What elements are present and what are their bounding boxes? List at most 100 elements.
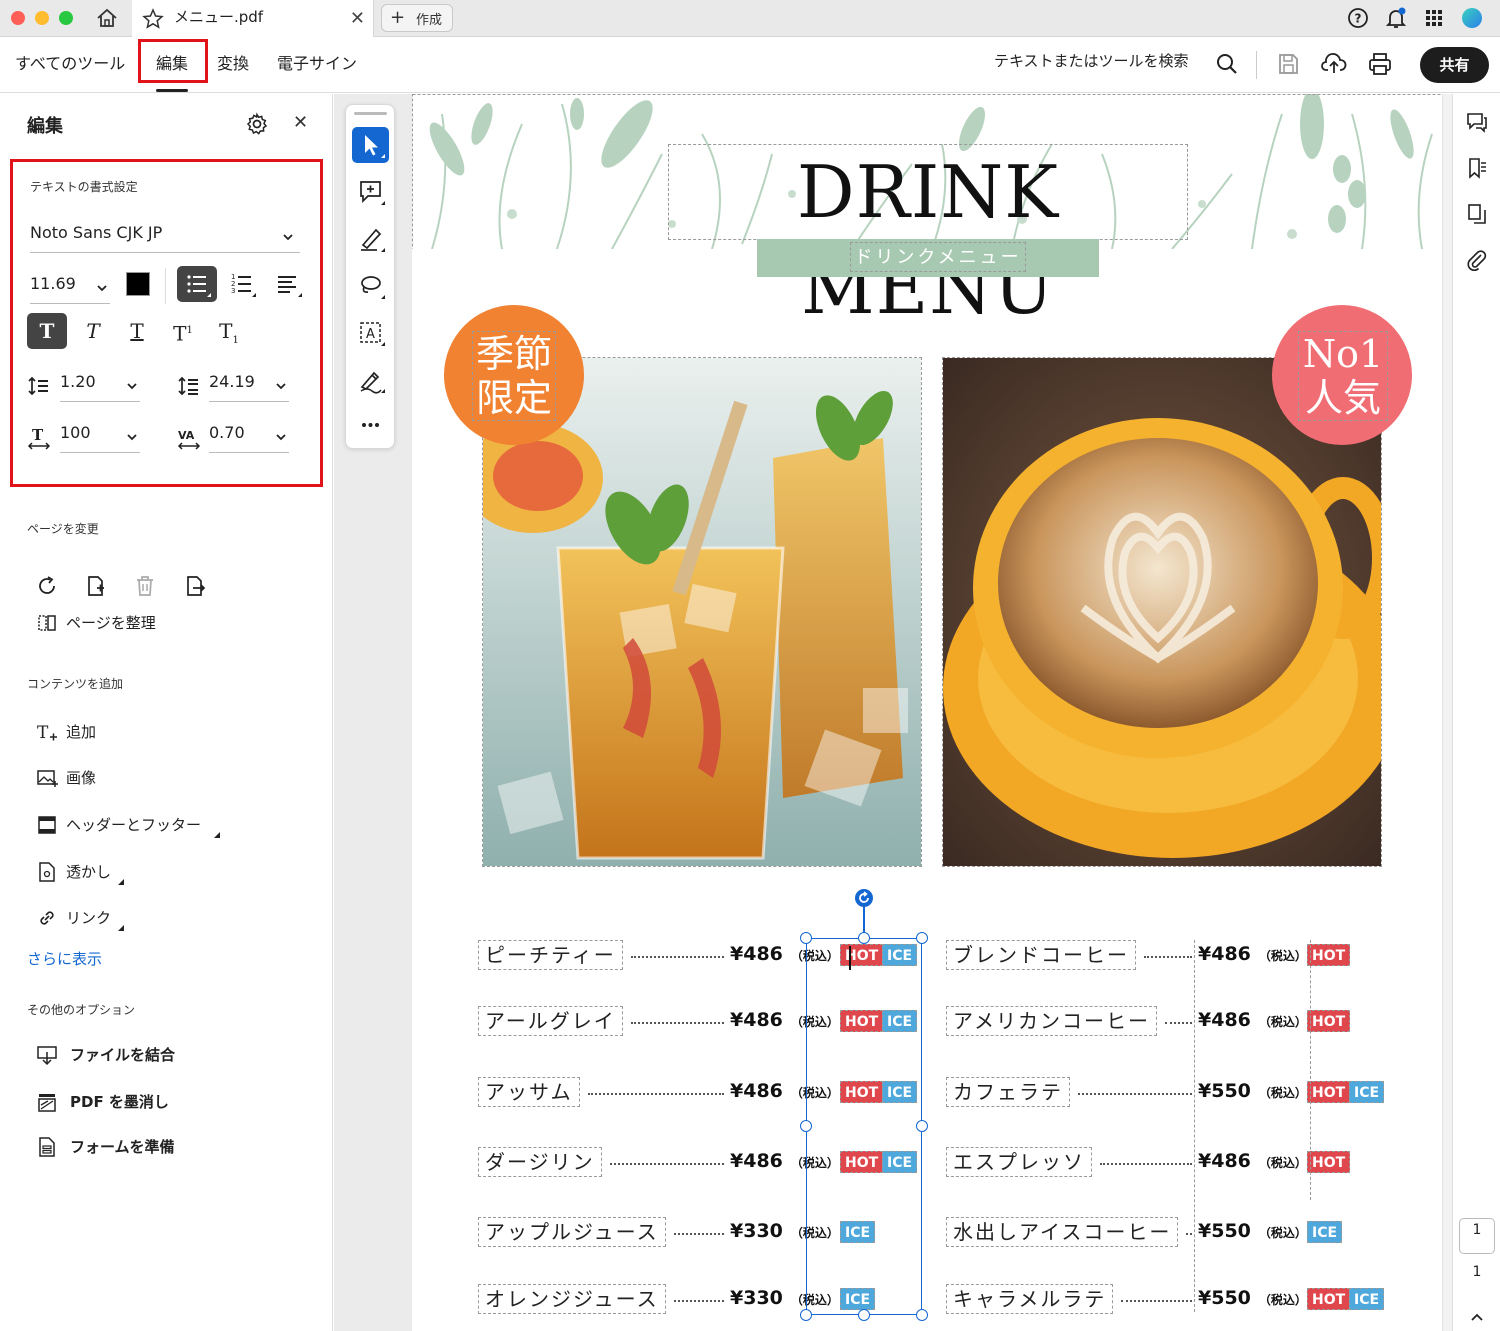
chevron-down-icon xyxy=(276,383,286,390)
show-more-link[interactable]: さらに表示 xyxy=(27,948,102,969)
menu-item-name[interactable]: アッサム xyxy=(478,1077,580,1107)
more-icon[interactable] xyxy=(352,407,389,443)
menu-item-name[interactable]: ダージリン xyxy=(478,1147,602,1177)
resize-handle-r[interactable] xyxy=(916,1120,928,1132)
home-icon[interactable] xyxy=(95,7,119,29)
rotate-handle[interactable] xyxy=(855,889,873,907)
seasonal-badge-text: 季節 限定 xyxy=(472,331,556,421)
star-icon[interactable] xyxy=(142,8,164,34)
search-icon[interactable] xyxy=(1214,51,1240,77)
resize-handle-tl[interactable] xyxy=(800,932,812,944)
bullet-list-button[interactable] xyxy=(177,266,217,302)
pdf-page[interactable]: DRINK MENU ドリンクメニュー 季節 限定 No1 人気 ピーチティー … xyxy=(412,94,1444,1331)
share-button[interactable]: 共有 xyxy=(1420,47,1489,83)
popular-badge[interactable]: No1 人気 xyxy=(1272,305,1412,445)
vertical-scrollbar[interactable] xyxy=(1442,94,1452,1331)
italic-button[interactable]: T xyxy=(73,313,113,349)
gear-icon[interactable] xyxy=(245,112,269,136)
svg-text:T: T xyxy=(37,723,49,743)
apps-grid-icon[interactable] xyxy=(1422,6,1446,30)
menu-item-name[interactable]: ピーチティー xyxy=(478,940,623,970)
paragraph-spacing-select[interactable]: 24.19 xyxy=(209,368,289,402)
text-color-swatch[interactable] xyxy=(126,272,150,296)
bookmarks-icon[interactable] xyxy=(1465,156,1489,180)
menu-item-name[interactable]: 水出しアイスコーヒー xyxy=(946,1217,1179,1247)
resize-handle-br[interactable] xyxy=(916,1309,928,1321)
extract-page-icon[interactable] xyxy=(183,574,207,598)
resize-handle-tr[interactable] xyxy=(916,932,928,944)
menu-item-name[interactable]: アメリカンコーヒー xyxy=(946,1006,1157,1036)
bell-icon[interactable] xyxy=(1384,6,1408,30)
current-page-field[interactable]: 1 xyxy=(1459,1218,1495,1254)
line-spacing-select[interactable]: 1.20 xyxy=(60,368,140,402)
menu-all-tools[interactable]: すべてのツール xyxy=(15,50,125,74)
menu-item-name[interactable]: オレンジジュース xyxy=(478,1284,666,1314)
sign-pen-icon[interactable] xyxy=(352,362,389,398)
menu-item-price[interactable]: ¥550 （税込） xyxy=(1198,1284,1307,1314)
resize-handle-l[interactable] xyxy=(800,1120,812,1132)
menu-item-price[interactable]: ¥486 （税込） xyxy=(1198,1147,1307,1177)
underline-button[interactable]: T xyxy=(117,313,157,349)
document-tab[interactable]: メニュー.pdf ✕ xyxy=(132,0,374,37)
window-zoom-button[interactable] xyxy=(59,11,73,25)
pages-icon[interactable] xyxy=(1465,202,1489,226)
link-label: リンク xyxy=(66,909,112,927)
window-close-button[interactable] xyxy=(11,11,25,25)
numbered-list-button[interactable]: 123 xyxy=(223,266,263,302)
trash-icon[interactable] xyxy=(133,574,157,598)
lasso-icon[interactable] xyxy=(352,268,389,304)
font-size-select[interactable]: 11.69 xyxy=(30,270,110,304)
toolbar-grip[interactable] xyxy=(354,112,387,115)
save-icon[interactable] xyxy=(1275,51,1301,77)
rotate-icon[interactable] xyxy=(35,574,59,598)
text-recognition-icon[interactable]: A xyxy=(352,315,389,351)
bold-button[interactable]: T xyxy=(27,313,67,349)
menu-item-price[interactable]: ¥486 （税込） xyxy=(1198,940,1307,970)
leader-dots xyxy=(631,956,724,958)
subscript-button[interactable]: T1 xyxy=(209,313,249,349)
menubar-separator xyxy=(1256,51,1257,79)
menu-item-price[interactable]: ¥486 （税込） xyxy=(1198,1006,1307,1036)
menu-item-name[interactable]: ブレンドコーヒー xyxy=(946,940,1136,970)
menu-item-name[interactable]: カフェラテ xyxy=(946,1077,1070,1107)
menu-item-name[interactable]: アールグレイ xyxy=(478,1006,623,1036)
character-spacing-select[interactable]: 0.70 xyxy=(209,419,289,453)
menu-subtitle[interactable]: ドリンクメニュー xyxy=(850,242,1026,272)
close-panel-icon[interactable]: ✕ xyxy=(293,112,308,133)
font-family-select[interactable]: Noto Sans CJK JP xyxy=(30,219,300,253)
menu-item-name[interactable]: キャラメルラテ xyxy=(946,1284,1114,1314)
align-button[interactable] xyxy=(269,266,309,302)
resize-handle-t[interactable] xyxy=(858,932,870,944)
horizontal-scale-select[interactable]: 100 xyxy=(60,419,140,453)
attachment-icon[interactable] xyxy=(1465,248,1489,272)
close-icon[interactable]: ✕ xyxy=(350,8,365,29)
select-arrow-icon[interactable] xyxy=(352,127,389,163)
insert-page-icon[interactable] xyxy=(84,574,108,598)
add-comment-icon[interactable] xyxy=(352,174,389,210)
help-icon[interactable]: ? xyxy=(1346,6,1370,30)
line-spacing-icon xyxy=(28,376,48,396)
resize-handle-b[interactable] xyxy=(858,1309,870,1321)
comments-icon[interactable] xyxy=(1465,110,1489,134)
paragraph-spacing-value: 24.19 xyxy=(209,372,255,391)
chevron-down-icon xyxy=(276,434,286,441)
selected-price-textbox[interactable] xyxy=(806,938,922,1315)
print-icon[interactable] xyxy=(1367,51,1393,77)
chevron-up-icon[interactable] xyxy=(1469,1308,1485,1321)
ice-tag: ICE xyxy=(1307,1221,1343,1243)
menu-item-price[interactable]: ¥550 （税込） xyxy=(1198,1217,1307,1247)
search-tools-field[interactable]: テキストまたはツールを検索 xyxy=(994,50,1189,71)
superscript-button[interactable]: T1 xyxy=(163,313,203,349)
menu-convert[interactable]: 変換 xyxy=(217,50,249,74)
menu-item-name[interactable]: エスプレッソ xyxy=(946,1147,1092,1177)
menu-item-price[interactable]: ¥550 （税込） xyxy=(1198,1077,1307,1107)
menu-esign[interactable]: 電子サイン xyxy=(277,50,357,74)
seasonal-badge[interactable]: 季節 限定 xyxy=(444,305,584,445)
avatar[interactable] xyxy=(1460,6,1484,30)
highlight-pen-icon[interactable] xyxy=(352,221,389,257)
window-minimize-button[interactable] xyxy=(35,11,49,25)
create-tab-button[interactable]: + 作成 xyxy=(381,4,453,32)
menu-item-name[interactable]: アップルジュース xyxy=(478,1217,666,1247)
cloud-upload-icon[interactable] xyxy=(1321,51,1347,77)
resize-handle-bl[interactable] xyxy=(800,1309,812,1321)
